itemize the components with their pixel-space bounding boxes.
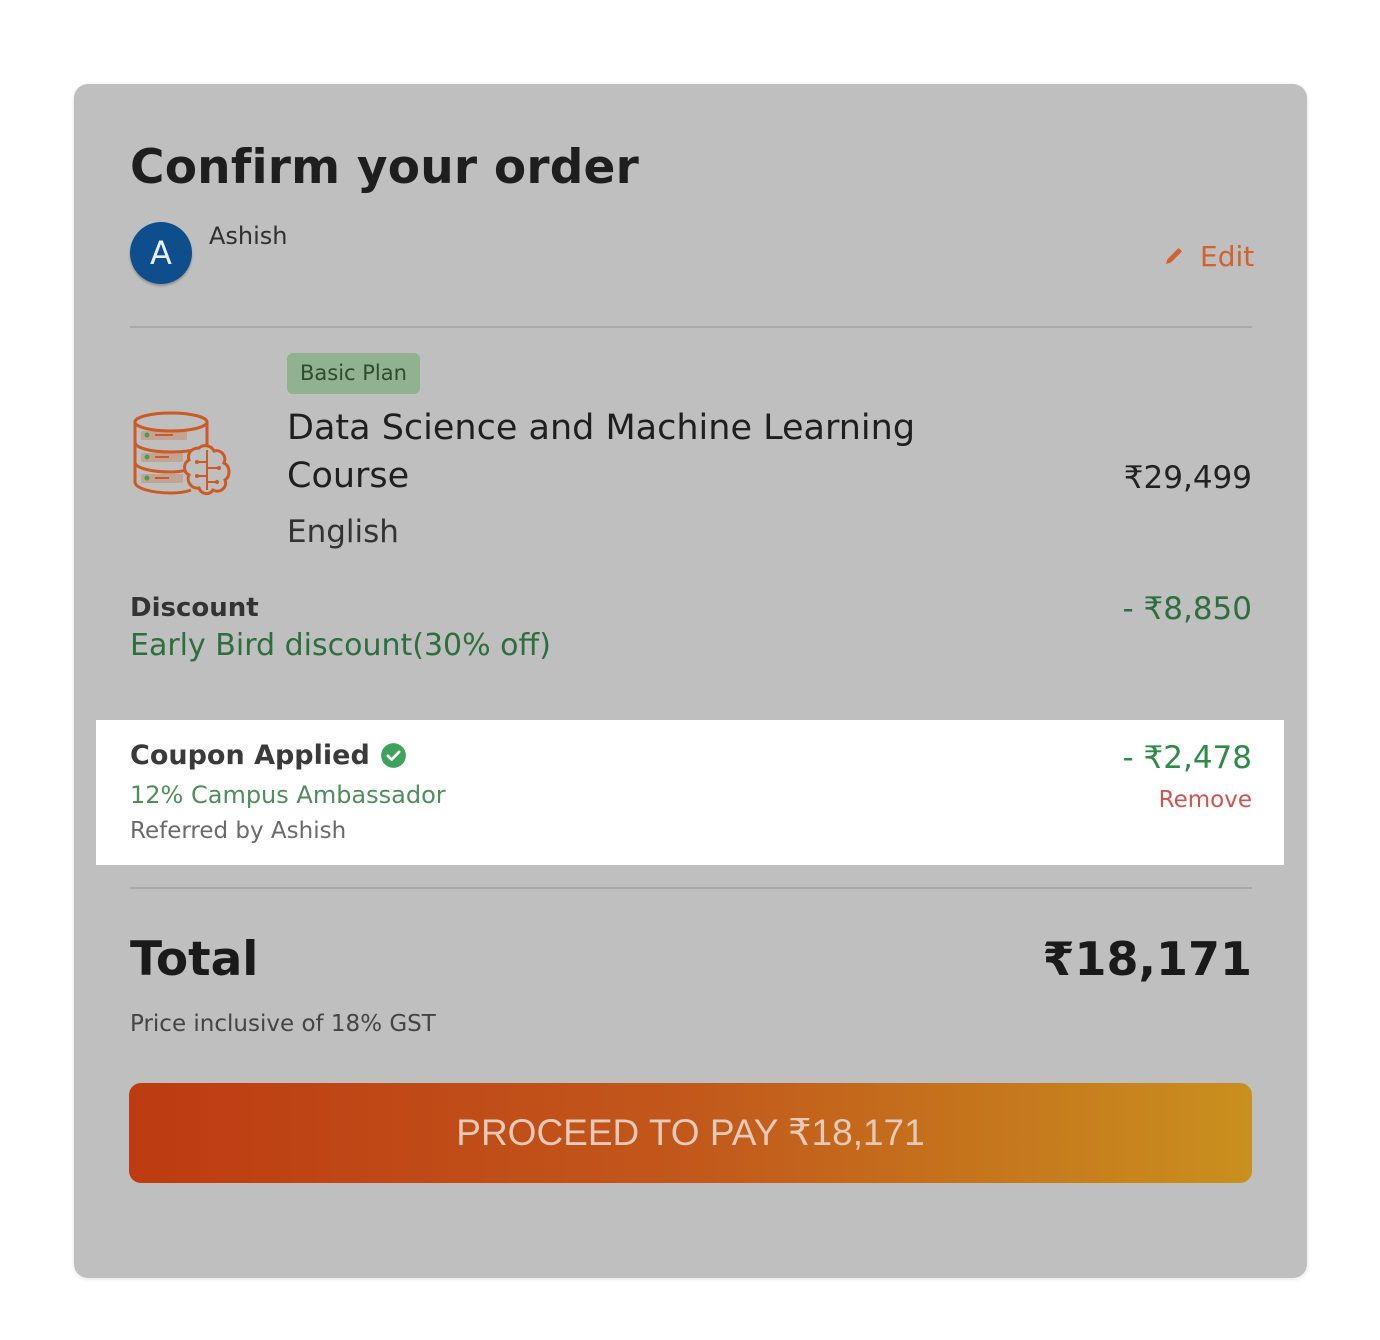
pencil-icon [1166, 248, 1182, 264]
divider-bottom [130, 887, 1252, 889]
total-amount: ₹18,171 [1042, 932, 1252, 986]
avatar: A [130, 222, 192, 284]
course-price: ₹29,499 [1123, 460, 1252, 496]
check-circle-icon [380, 743, 406, 768]
database-brain-icon [133, 410, 231, 506]
discount-description: Early Bird discount(30% off) [130, 628, 551, 663]
course-title: Data Science and Machine Learning Course [287, 408, 916, 496]
discount-label: Discount [130, 593, 259, 623]
coupon-section: Coupon Applied 12% Campus Ambassador Ref… [96, 720, 1284, 865]
coupon-label-text: Coupon Applied [130, 740, 370, 771]
total-label: Total [130, 932, 259, 987]
page-title: Confirm your order [130, 140, 640, 195]
course-language: English [287, 514, 399, 550]
plan-badge: Basic Plan [287, 353, 420, 394]
proceed-to-pay-button[interactable]: PROCEED TO PAY ₹18,171 [129, 1083, 1252, 1183]
coupon-amount: - ₹2,478 [1122, 740, 1252, 776]
gst-note: Price inclusive of 18% GST [130, 1011, 436, 1037]
divider-top [130, 326, 1252, 328]
remove-coupon-link[interactable]: Remove [1159, 787, 1252, 813]
coupon-label: Coupon Applied [130, 740, 407, 771]
coupon-code-description: 12% Campus Ambassador [130, 781, 446, 809]
discount-amount: - ₹8,850 [1122, 591, 1252, 627]
edit-button[interactable]: Edit [1162, 236, 1254, 276]
edit-label: Edit [1200, 239, 1255, 273]
coupon-referred-by: Referred by Ashish [130, 818, 347, 844]
user-name: Ashish [209, 222, 288, 250]
